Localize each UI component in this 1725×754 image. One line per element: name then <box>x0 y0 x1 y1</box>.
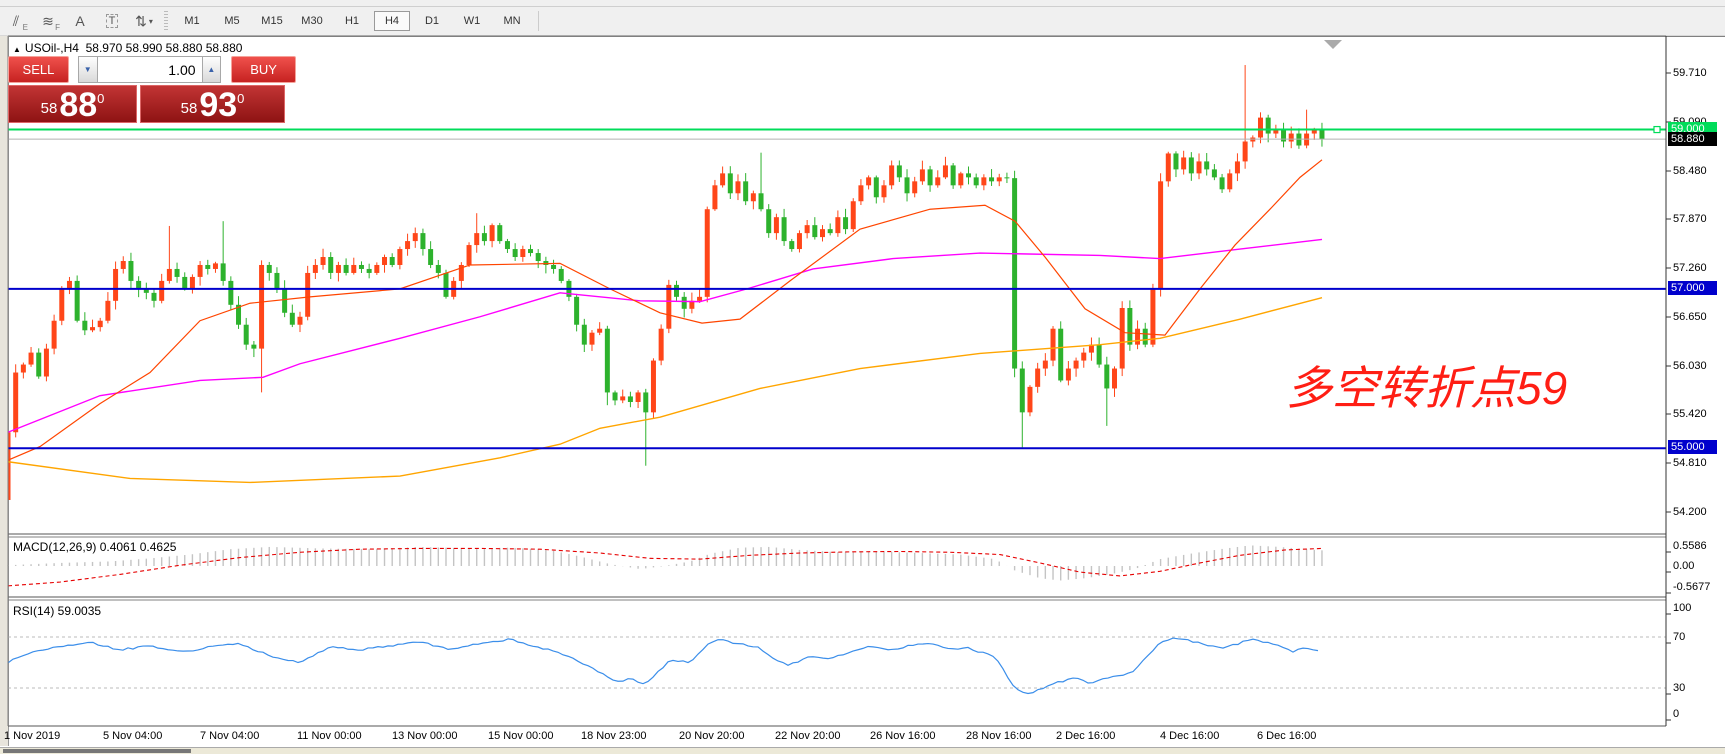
macd-axis-tick: 0.5586 <box>1673 540 1707 552</box>
time-axis-label: 28 Nov 16:00 <box>966 730 1031 742</box>
time-axis-label: 18 Nov 23:00 <box>581 730 646 742</box>
rsi-axis-tick: 70 <box>1673 631 1685 643</box>
volume-increase-button[interactable]: ▲ <box>202 56 222 83</box>
chart-ohlc-header: ▲ USOil-,H4 58.970 58.990 58.880 58.880 <box>13 41 242 55</box>
price-axis-tick: 57.260 <box>1673 262 1707 274</box>
price-axis-tick: 57.870 <box>1673 213 1707 225</box>
green-line-handle[interactable] <box>1654 127 1660 133</box>
macd-axis-tick: -0.5677 <box>1673 581 1710 593</box>
buy-button[interactable]: BUY <box>231 56 296 83</box>
buy-price-prefix: 58 <box>181 100 198 117</box>
macd-axis-tick: 0.00 <box>1673 560 1694 572</box>
price-axis-tick: 56.650 <box>1673 311 1707 323</box>
price-axis-tick: 54.200 <box>1673 506 1707 518</box>
price-line-tag-55.000: 55.000 <box>1668 440 1717 454</box>
symbol-label: USOil-,H4 <box>25 41 79 55</box>
buy-price-big: 93 <box>199 90 237 120</box>
time-axis-label: 2 Dec 16:00 <box>1056 730 1115 742</box>
price-axis-tick: 58.480 <box>1673 165 1707 177</box>
ohlc-values: 58.970 58.990 58.880 58.880 <box>86 41 243 55</box>
sell-price-prefix: 58 <box>41 100 58 117</box>
rsi-axis-tick: 30 <box>1673 682 1685 694</box>
time-axis-label: 15 Nov 00:00 <box>488 730 553 742</box>
time-axis-label: 20 Nov 20:00 <box>679 730 744 742</box>
rsi-axis-tick: 0 <box>1673 708 1679 720</box>
rsi-axis-tick: 100 <box>1673 602 1691 614</box>
time-axis-label: 11 Nov 00:00 <box>297 730 362 742</box>
buy-price-display[interactable]: 58 93 0 <box>140 85 285 123</box>
one-click-trade-panel: SELL ▼ ▲ BUY 58 88 0 58 93 0 <box>8 56 296 123</box>
price-line-tag-57.000: 57.000 <box>1668 281 1717 295</box>
volume-decrease-button[interactable]: ▼ <box>78 56 98 83</box>
sell-price-big: 88 <box>59 90 97 120</box>
price-axis-tick: 56.030 <box>1673 360 1707 372</box>
time-axis-label: 5 Nov 04:00 <box>103 730 162 742</box>
price-line-tag-58.880: 58.880 <box>1668 132 1717 146</box>
sell-button[interactable]: SELL <box>8 56 69 83</box>
sell-price-sup: 0 <box>97 91 104 106</box>
chart-annotation-text: 多空转折点59 <box>1286 352 1567 418</box>
rsi-indicator-label: RSI(14) 59.0035 <box>13 604 101 618</box>
volume-input[interactable] <box>98 56 202 83</box>
price-axis-tick: 54.810 <box>1673 457 1707 469</box>
collapse-arrow-icon[interactable]: ▲ <box>13 45 21 54</box>
chart-shift-marker-icon[interactable] <box>1324 40 1342 49</box>
time-axis-label: 4 Dec 16:00 <box>1160 730 1219 742</box>
time-axis-label: 1 Nov 2019 <box>4 730 60 742</box>
time-axis-label: 22 Nov 20:00 <box>775 730 840 742</box>
time-axis-label: 6 Dec 16:00 <box>1257 730 1316 742</box>
price-axis-tick: 55.420 <box>1673 408 1707 420</box>
mt4-window: ⫽E≋FAT⇅▾ M1M5M15M30H1H4D1W1MN ▲USOil-,H4… <box>0 0 1725 754</box>
time-axis-label: 13 Nov 00:00 <box>392 730 457 742</box>
time-axis-label: 7 Nov 04:00 <box>200 730 259 742</box>
buy-price-sup: 0 <box>237 91 244 106</box>
time-axis-label: 26 Nov 16:00 <box>870 730 935 742</box>
sell-price-display[interactable]: 58 88 0 <box>8 85 137 123</box>
price-axis-tick: 59.710 <box>1673 67 1707 79</box>
macd-indicator-label: MACD(12,26,9) 0.4061 0.4625 <box>13 540 176 554</box>
